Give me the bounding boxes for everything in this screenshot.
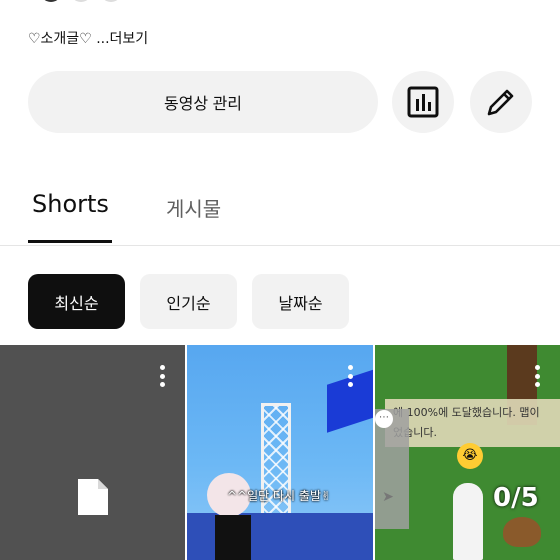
channel-bio[interactable]: ♡소개글♡ ...더보기 [28, 28, 148, 48]
video-banner-text: 에 100%에 도달했습니다. 맵이 었습니다. [393, 406, 540, 439]
subscriber-avatars [40, 0, 160, 4]
avatar [100, 0, 122, 2]
pencil-icon [487, 89, 514, 116]
manage-videos-button[interactable]: 동영상 관리 [28, 71, 378, 133]
file-icon [78, 479, 108, 515]
tab-shorts[interactable]: Shorts [32, 190, 109, 218]
more-options-icon[interactable] [347, 365, 353, 387]
video-caption: ^^일단 다시 출발✌ [227, 489, 332, 503]
sort-chip-popular[interactable]: 인기순 [140, 274, 237, 329]
tab-posts[interactable]: 게시물 [166, 193, 221, 222]
more-options-icon[interactable] [534, 365, 540, 387]
tab-selected-indicator [28, 240, 112, 243]
short-video-thumbnail-2[interactable]: ^^일단 다시 출발✌ [187, 345, 373, 560]
avatar [40, 0, 62, 2]
avatar [70, 0, 92, 2]
analytics-button[interactable] [392, 71, 454, 133]
game-score: 0/5 [493, 483, 539, 513]
short-video-thumbnail-1[interactable] [0, 345, 185, 560]
sort-chip-latest[interactable]: 최신순 [28, 274, 125, 329]
sort-chip-date[interactable]: 날짜순 [252, 274, 349, 329]
ellipsis-circle-icon: ⋯ [375, 410, 393, 428]
send-arrow-icon: ➤ [382, 489, 394, 505]
more-options-icon[interactable] [159, 365, 165, 387]
bar-chart-icon [407, 86, 439, 118]
content-tabs: Shorts 게시물 [0, 176, 560, 246]
short-video-thumbnail-3[interactable]: 에 100%에 도달했습니다. 맵이 었습니다. ⋯ ➤ 😭 0/5 [375, 345, 560, 560]
edit-channel-button[interactable] [470, 71, 532, 133]
crying-face-icon: 😭 [457, 443, 483, 469]
